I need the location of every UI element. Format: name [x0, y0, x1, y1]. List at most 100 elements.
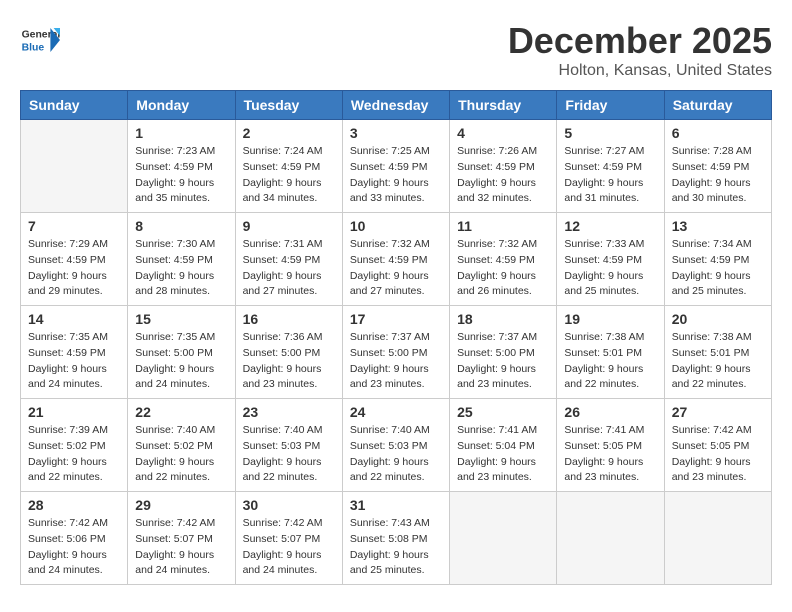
day-number: 2: [243, 125, 335, 141]
week-row-1: 1Sunrise: 7:23 AMSunset: 4:59 PMDaylight…: [21, 120, 772, 213]
day-info: Sunrise: 7:43 AMSunset: 5:08 PMDaylight:…: [350, 516, 442, 579]
calendar-cell: 4 Sunrise: 7:26 AMSunset: 4:59 PMDaylight…: [450, 120, 557, 213]
day-info: Sunrise: 7:31 AMSunset: 4:59 PMDaylight:…: [243, 237, 335, 300]
calendar-cell: 28 Sunrise: 7:42 AMSunset: 5:06 PMDayligh…: [21, 492, 128, 585]
day-info: Sunrise: 7:37 AMSunset: 5:00 PMDaylight:…: [457, 330, 549, 393]
calendar-cell: 3 Sunrise: 7:25 AMSunset: 4:59 PMDaylight…: [342, 120, 449, 213]
day-number: 12: [564, 218, 656, 234]
day-info: Sunrise: 7:42 AMSunset: 5:07 PMDaylight:…: [243, 516, 335, 579]
day-number: 30: [243, 497, 335, 513]
calendar-cell: 5 Sunrise: 7:27 AMSunset: 4:59 PMDaylight…: [557, 120, 664, 213]
svg-text:Blue: Blue: [22, 42, 45, 53]
day-info: Sunrise: 7:32 AMSunset: 4:59 PMDaylight:…: [350, 237, 442, 300]
calendar-cell: 9 Sunrise: 7:31 AMSunset: 4:59 PMDaylight…: [235, 213, 342, 306]
day-info: Sunrise: 7:29 AMSunset: 4:59 PMDaylight:…: [28, 237, 120, 300]
day-number: 1: [135, 125, 227, 141]
day-info: Sunrise: 7:40 AMSunset: 5:02 PMDaylight:…: [135, 423, 227, 486]
weekday-header-row: SundayMondayTuesdayWednesdayThursdayFrid…: [21, 91, 772, 120]
day-info: Sunrise: 7:27 AMSunset: 4:59 PMDaylight:…: [564, 144, 656, 207]
day-info: Sunrise: 7:42 AMSunset: 5:05 PMDaylight:…: [672, 423, 764, 486]
logo-icon: General Blue: [20, 20, 60, 60]
day-number: 21: [28, 404, 120, 420]
day-info: Sunrise: 7:40 AMSunset: 5:03 PMDaylight:…: [350, 423, 442, 486]
calendar-cell: 8Sunrise: 7:30 AMSunset: 4:59 PMDaylight…: [128, 213, 235, 306]
day-info: Sunrise: 7:36 AMSunset: 5:00 PMDaylight:…: [243, 330, 335, 393]
day-number: 20: [672, 311, 764, 327]
calendar-cell: 26 Sunrise: 7:41 AMSunset: 5:05 PMDayligh…: [557, 399, 664, 492]
page-header: General Blue December 2025 Holton, Kansa…: [20, 20, 772, 80]
logo: General Blue: [20, 20, 64, 60]
weekday-header-friday: Friday: [557, 91, 664, 120]
calendar-cell: [450, 492, 557, 585]
calendar-cell: 24 Sunrise: 7:40 AMSunset: 5:03 PMDayligh…: [342, 399, 449, 492]
day-number: 31: [350, 497, 442, 513]
calendar-cell: 2Sunrise: 7:24 AMSunset: 4:59 PMDaylight…: [235, 120, 342, 213]
day-number: 7: [28, 218, 120, 234]
calendar-cell: 18Sunrise: 7:37 AMSunset: 5:00 PMDayligh…: [450, 306, 557, 399]
day-number: 29: [135, 497, 227, 513]
calendar-cell: 17 Sunrise: 7:37 AMSunset: 5:00 PMDayligh…: [342, 306, 449, 399]
calendar-cell: 1Sunrise: 7:23 AMSunset: 4:59 PMDaylight…: [128, 120, 235, 213]
day-number: 16: [243, 311, 335, 327]
weekday-header-monday: Monday: [128, 91, 235, 120]
calendar-cell: [21, 120, 128, 213]
calendar-cell: 15 Sunrise: 7:35 AMSunset: 5:00 PMDayligh…: [128, 306, 235, 399]
calendar-cell: 12Sunrise: 7:33 AMSunset: 4:59 PMDayligh…: [557, 213, 664, 306]
calendar-cell: 19Sunrise: 7:38 AMSunset: 5:01 PMDayligh…: [557, 306, 664, 399]
day-info: Sunrise: 7:42 AMSunset: 5:06 PMDaylight:…: [28, 516, 120, 579]
calendar-cell: 29 Sunrise: 7:42 AMSunset: 5:07 PMDayligh…: [128, 492, 235, 585]
day-info: Sunrise: 7:25 AMSunset: 4:59 PMDaylight:…: [350, 144, 442, 207]
week-row-2: 7 Sunrise: 7:29 AMSunset: 4:59 PMDaylight…: [21, 213, 772, 306]
calendar-cell: 31 Sunrise: 7:43 AMSunset: 5:08 PMDayligh…: [342, 492, 449, 585]
day-info: Sunrise: 7:32 AMSunset: 4:59 PMDaylight:…: [457, 237, 549, 300]
week-row-3: 14 Sunrise: 7:35 AMSunset: 4:59 PMDayligh…: [21, 306, 772, 399]
day-number: 14: [28, 311, 120, 327]
calendar-cell: 16 Sunrise: 7:36 AMSunset: 5:00 PMDayligh…: [235, 306, 342, 399]
day-number: 17: [350, 311, 442, 327]
day-number: 10: [350, 218, 442, 234]
day-info: Sunrise: 7:42 AMSunset: 5:07 PMDaylight:…: [135, 516, 227, 579]
weekday-header-saturday: Saturday: [664, 91, 771, 120]
calendar-cell: 11 Sunrise: 7:32 AMSunset: 4:59 PMDayligh…: [450, 213, 557, 306]
weekday-header-sunday: Sunday: [21, 91, 128, 120]
day-number: 22: [135, 404, 227, 420]
day-info: Sunrise: 7:30 AMSunset: 4:59 PMDaylight:…: [135, 237, 227, 300]
day-info: Sunrise: 7:26 AMSunset: 4:59 PMDaylight:…: [457, 144, 549, 207]
calendar-cell: 20Sunrise: 7:38 AMSunset: 5:01 PMDayligh…: [664, 306, 771, 399]
title-section: December 2025 Holton, Kansas, United Sta…: [508, 20, 772, 80]
day-number: 6: [672, 125, 764, 141]
day-info: Sunrise: 7:34 AMSunset: 4:59 PMDaylight:…: [672, 237, 764, 300]
day-number: 24: [350, 404, 442, 420]
day-number: 13: [672, 218, 764, 234]
day-info: Sunrise: 7:40 AMSunset: 5:03 PMDaylight:…: [243, 423, 335, 486]
calendar: SundayMondayTuesdayWednesdayThursdayFrid…: [20, 90, 772, 585]
calendar-cell: 30 Sunrise: 7:42 AMSunset: 5:07 PMDayligh…: [235, 492, 342, 585]
day-number: 11: [457, 218, 549, 234]
day-info: Sunrise: 7:35 AMSunset: 5:00 PMDaylight:…: [135, 330, 227, 393]
day-info: Sunrise: 7:41 AMSunset: 5:04 PMDaylight:…: [457, 423, 549, 486]
day-number: 9: [243, 218, 335, 234]
day-number: 23: [243, 404, 335, 420]
weekday-header-tuesday: Tuesday: [235, 91, 342, 120]
day-number: 28: [28, 497, 120, 513]
day-info: Sunrise: 7:38 AMSunset: 5:01 PMDaylight:…: [564, 330, 656, 393]
day-number: 15: [135, 311, 227, 327]
calendar-cell: 10 Sunrise: 7:32 AMSunset: 4:59 PMDayligh…: [342, 213, 449, 306]
calendar-cell: 13 Sunrise: 7:34 AMSunset: 4:59 PMDayligh…: [664, 213, 771, 306]
day-number: 26: [564, 404, 656, 420]
calendar-cell: 25 Sunrise: 7:41 AMSunset: 5:04 PMDayligh…: [450, 399, 557, 492]
calendar-cell: 21 Sunrise: 7:39 AMSunset: 5:02 PMDayligh…: [21, 399, 128, 492]
day-info: Sunrise: 7:35 AMSunset: 4:59 PMDaylight:…: [28, 330, 120, 393]
day-info: Sunrise: 7:37 AMSunset: 5:00 PMDaylight:…: [350, 330, 442, 393]
day-number: 5: [564, 125, 656, 141]
day-info: Sunrise: 7:39 AMSunset: 5:02 PMDaylight:…: [28, 423, 120, 486]
day-info: Sunrise: 7:41 AMSunset: 5:05 PMDaylight:…: [564, 423, 656, 486]
day-info: Sunrise: 7:28 AMSunset: 4:59 PMDaylight:…: [672, 144, 764, 207]
day-number: 4: [457, 125, 549, 141]
day-number: 25: [457, 404, 549, 420]
calendar-cell: 23 Sunrise: 7:40 AMSunset: 5:03 PMDayligh…: [235, 399, 342, 492]
location: Holton, Kansas, United States: [508, 62, 772, 80]
week-row-5: 28 Sunrise: 7:42 AMSunset: 5:06 PMDayligh…: [21, 492, 772, 585]
day-number: 3: [350, 125, 442, 141]
calendar-cell: [664, 492, 771, 585]
